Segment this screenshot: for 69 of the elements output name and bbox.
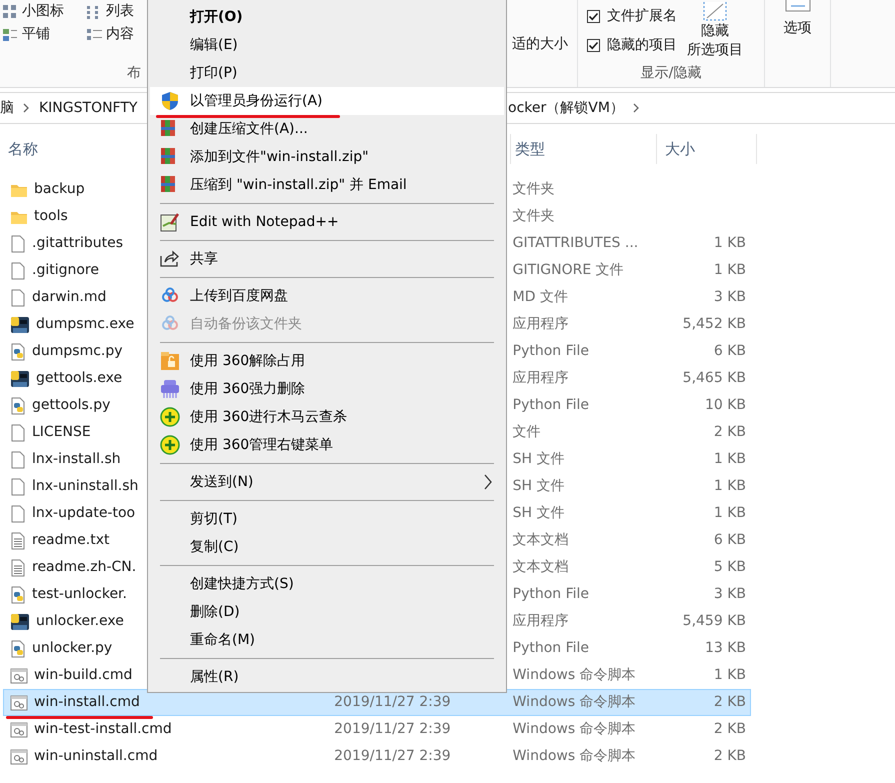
file-size: 1 KB xyxy=(714,667,746,683)
file-size: 3 KB xyxy=(714,289,746,305)
file-size: 1 KB xyxy=(714,235,746,251)
file-type: 应用程序 xyxy=(512,316,569,332)
file-name: readme.txt xyxy=(32,531,110,550)
file-type: GITATTRIBUTES ... xyxy=(512,235,638,251)
file-size: 13 KB xyxy=(704,640,746,656)
file-name: unlocker.py xyxy=(32,639,112,658)
file-size: 2 KB xyxy=(714,748,746,764)
file-name: gettools.exe xyxy=(36,369,122,388)
file-size: 5 KB xyxy=(714,559,746,575)
file-type: 文件夹 xyxy=(512,181,555,197)
file-type: 文本文档 xyxy=(512,532,569,548)
file-name: unlocker.exe xyxy=(36,612,124,631)
file-type: SH 文件 xyxy=(512,451,565,467)
file-type: GITIGNORE 文件 xyxy=(512,262,624,278)
file-name: darwin.md xyxy=(32,288,106,307)
file-name: win-uninstall.cmd xyxy=(34,747,158,766)
group-label: 布 xyxy=(127,65,141,81)
file-type: 应用程序 xyxy=(512,613,569,629)
file-size: 3 KB xyxy=(714,586,746,602)
file-size: 2 KB xyxy=(714,424,746,440)
file-type: 文件 xyxy=(512,424,541,440)
file-type: 应用程序 xyxy=(512,370,569,386)
file-size: 5,465 KB xyxy=(682,370,746,386)
file-type: Python File xyxy=(512,586,590,602)
file-size: 5,459 KB xyxy=(682,613,746,629)
file-name: dumpsmc.py xyxy=(32,342,123,361)
file-type: Python File xyxy=(512,640,590,656)
file-size: 2 KB xyxy=(714,721,746,737)
file-name: .gitignore xyxy=(32,261,99,280)
file-type: MD 文件 xyxy=(512,289,568,305)
file-size: 6 KB xyxy=(714,343,746,359)
file-date: 2019/11/27 2:39 xyxy=(334,721,451,737)
file-type: Windows 命令脚本 xyxy=(512,694,636,710)
file-name: gettools.py xyxy=(32,396,110,415)
file-type: Python File xyxy=(512,343,590,359)
file-type: Windows 命令脚本 xyxy=(512,667,636,683)
file-size: 1 KB xyxy=(714,262,746,278)
file-date: 2019/11/27 2:39 xyxy=(334,694,451,710)
file-type: Python File xyxy=(512,397,590,413)
file-name: backup xyxy=(34,180,85,199)
file-size: 10 KB xyxy=(704,397,746,413)
file-size: 1 KB xyxy=(714,505,746,521)
file-type: 文本文档 xyxy=(512,559,569,575)
file-type: Windows 命令脚本 xyxy=(512,721,636,737)
file-date: 2019/11/27 2:39 xyxy=(334,748,451,764)
file-name: LICENSE xyxy=(32,423,91,442)
file-name: lnx-install.sh xyxy=(32,450,121,469)
file-size: 6 KB xyxy=(714,532,746,548)
file-name: test-unlocker. xyxy=(32,585,127,604)
file-name: .gitattributes xyxy=(32,234,124,253)
file-size: 1 KB xyxy=(714,451,746,467)
file-name: win-test-install.cmd xyxy=(34,720,172,739)
file-name: lnx-uninstall.sh xyxy=(32,477,138,496)
file-name: readme.zh-CN. xyxy=(32,558,136,577)
file-name: dumpsmc.exe xyxy=(36,315,134,334)
group-label: 显示/隐藏 xyxy=(640,65,702,81)
file-type: SH 文件 xyxy=(512,505,565,521)
file-name: win-build.cmd xyxy=(34,666,132,685)
file-type: Windows 命令脚本 xyxy=(512,748,636,764)
file-name: win-install.cmd xyxy=(34,693,140,712)
file-size: 5,452 KB xyxy=(682,316,746,332)
file-size: 1 KB xyxy=(714,478,746,494)
file-size: 2 KB xyxy=(714,694,746,710)
file-type: SH 文件 xyxy=(512,478,565,494)
file-name: lnx-update-too xyxy=(32,504,136,523)
file-type: 文件夹 xyxy=(512,208,555,224)
file-name: tools xyxy=(34,207,68,226)
